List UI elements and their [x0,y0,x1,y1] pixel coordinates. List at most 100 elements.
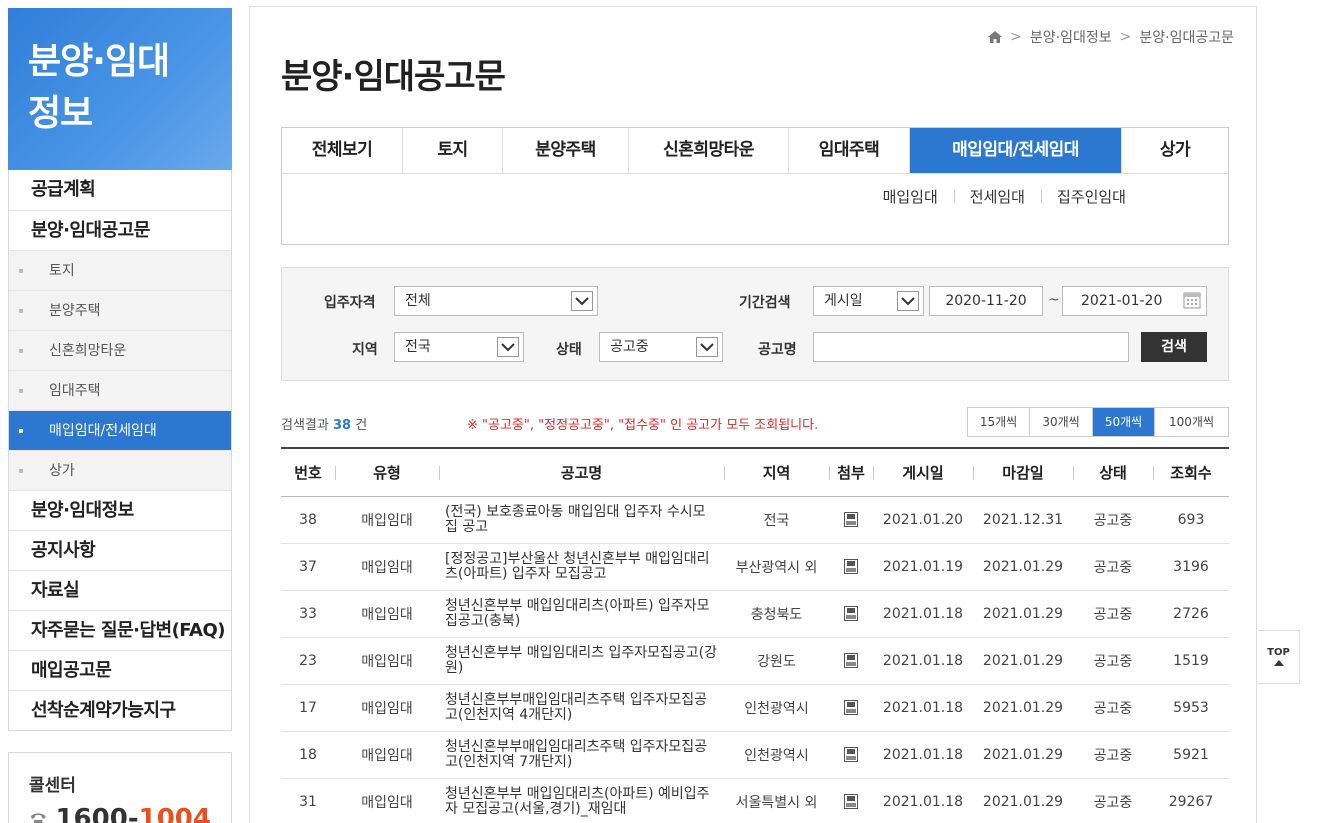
date-from-input[interactable]: 2020-11-20 [929,286,1043,316]
cell-status: 공고중 [1073,590,1153,638]
tab-newlywed-town[interactable]: 신혼희망타운 [629,128,789,173]
breadcrumb-item[interactable]: 분양·임대정보 [1030,27,1112,47]
cell-region: 충청북도 [724,590,829,638]
announcement-title-link[interactable]: [정정공고]부산울산 청년신혼부부 매입임대리츠(아파트) 입주자 모집공고 [445,551,710,582]
table-row[interactable]: 33 매입임대 청년신혼부부 매입임대리츠(아파트) 입주자모집공고(충북) 충청북도… [281,590,1229,638]
qualification-select[interactable]: 전체 [394,286,598,316]
chevron-down-icon [897,291,919,311]
table-row[interactable]: 18 매입임대 청년신혼부부매입임대리츠주택 입주자모집공고(인천지역 7개단지) 인… [281,731,1229,779]
sidebar-menu: 공급계획 분양·임대공고문 토지 분양주택 신혼희망타운 임대주택 매입임대/전… [8,170,232,731]
document-icon[interactable] [844,653,858,668]
announcement-title-link[interactable]: 청년신혼부부 매입임대리츠(아파트) 입주자모집공고(충북) [445,598,710,629]
sidebar-item-first-come[interactable]: 선착순계약가능지구 [9,690,231,730]
column-header-status: 상태 [1073,448,1153,496]
region-label: 지역 [352,342,378,358]
table-row[interactable]: 17 매입임대 청년신혼부부매입임대리츠주택 입주자모집공고(인천지역 4개단지) 인… [281,684,1229,732]
cell-status: 공고중 [1073,637,1153,685]
search-panel: 입주자격 전체 기간검색 게시일 2020-11-20 ~ 2021-01-20… [281,267,1229,381]
announcement-title-link[interactable]: 청년신혼부부매입임대리츠주택 입주자모집공고(인천지역 4개단지) [445,692,707,723]
document-icon[interactable] [844,794,858,809]
result-notice: ※ "공고중", "정정공고중", "접수중" 인 공고가 모두 조회됩니다. [467,418,819,433]
sidebar-submenu: 토지 분양주택 신혼희망타운 임대주택 매입임대/전세임대 상가 [9,250,231,490]
column-header-type: 유형 [335,448,439,496]
sidebar-sub-item-commercial[interactable]: 상가 [9,450,231,490]
cell-type: 매입임대 [335,731,439,779]
cell-posted: 2021.01.18 [873,684,973,732]
cell-title: 청년신혼부부 매입임대리츠(아파트) 입주자모집공고(충북) [439,590,724,638]
subtab-landlord-rental[interactable]: 집주인임대 [1040,186,1142,207]
tab-purchase-rental[interactable]: 매입임대/전세임대 [910,128,1122,173]
announcement-title-link[interactable]: 청년신혼부부 매입임대리츠 입주자모집공고(강원) [445,645,717,676]
status-select[interactable]: 공고중 [599,332,723,362]
calendar-icon[interactable] [1182,290,1202,310]
breadcrumb-item[interactable]: 분양·임대공고문 [1139,27,1234,47]
per-page-15[interactable]: 15개씩 [968,408,1029,436]
period-value: 게시일 [824,293,863,309]
sidebar-item-supply-plan[interactable]: 공급계획 [9,170,231,210]
cell-type: 매입임대 [335,590,439,638]
sidebar-sub-item-land[interactable]: 토지 [9,250,231,290]
column-header-attach: 첨부 [829,448,873,496]
tab-rental-housing[interactable]: 임대주택 [789,128,910,173]
table-header-row: 번호 유형 공고명 지역 첨부 게시일 마감일 상태 조회수 [281,448,1229,496]
announcement-title-link[interactable]: (전국) 보호종료아동 매입임대 입주자 수시모집 공고 [445,504,706,535]
cell-type: 매입임대 [335,684,439,732]
per-page-30[interactable]: 30개씩 [1029,408,1092,436]
cell-title: 청년신혼부부매입임대리츠주택 입주자모집공고(인천지역 4개단지) [439,684,724,732]
sidebar-sub-item-purchase-rental[interactable]: 매입임대/전세임대 [9,410,231,450]
cell-posted: 2021.01.18 [873,731,973,779]
search-button[interactable]: 검색 [1141,332,1207,362]
tab-commercial[interactable]: 상가 [1122,128,1228,173]
sidebar-item-purchase-notices[interactable]: 매입공고문 [9,650,231,690]
cell-attach [829,684,873,732]
tab-land[interactable]: 토지 [403,128,503,173]
callcenter-label: 콜센터 [29,776,76,796]
tab-sale-housing[interactable]: 분양주택 [503,128,629,173]
table-row[interactable]: 31 매입임대 청년신혼부부 매입임대리츠(아파트) 예비입주자 모집공고(서울,경… [281,778,1229,823]
sidebar-item-announcements[interactable]: 분양·임대공고문 [9,210,231,250]
subtab-jeonse-rental[interactable]: 전세임대 [953,186,1041,207]
period-select[interactable]: 게시일 [813,286,924,316]
qualification-value: 전체 [405,293,431,309]
cell-deadline: 2021.01.29 [973,778,1073,823]
category-tabs: 전체보기 토지 분양주택 신혼희망타운 임대주택 매입임대/전세임대 상가 매입… [281,127,1229,245]
sidebar-sub-item-sale-housing[interactable]: 분양주택 [9,290,231,330]
announcement-title-link[interactable]: 청년신혼부부매입임대리츠주택 입주자모집공고(인천지역 7개단지) [445,739,707,770]
cell-no: 23 [281,637,335,685]
cell-views: 1519 [1153,637,1229,685]
region-select[interactable]: 전국 [394,332,524,362]
cell-title: [정정공고]부산울산 청년신혼부부 매입임대리츠(아파트) 입주자 모집공고 [439,543,724,591]
callcenter-number-highlight: 1004 [138,804,211,823]
table-row[interactable]: 38 매입임대 (전국) 보호종료아동 매입임대 입주자 수시모집 공고 전국 2021… [281,496,1229,544]
per-page-selector: 15개씩 30개씩 50개씩 100개씩 [967,407,1229,437]
cell-attach [829,731,873,779]
sub-tabs: 매입임대 전세임대 집주인임대 [867,186,1142,207]
main-panel: > 분양·임대정보 > 분양·임대공고문 분양·임대공고문 전체보기 토지 분양… [249,6,1257,823]
cell-type: 매입임대 [335,637,439,685]
table-header: 번호 유형 공고명 지역 첨부 게시일 마감일 상태 조회수 [281,448,1229,496]
document-icon[interactable] [844,700,858,715]
sidebar-sub-item-rental-housing[interactable]: 임대주택 [9,370,231,410]
table-row[interactable]: 23 매입임대 청년신혼부부 매입임대리츠 입주자모집공고(강원) 강원도 2021.0… [281,637,1229,685]
home-icon[interactable] [988,31,1003,43]
announcement-name-input[interactable] [813,332,1129,362]
per-page-50[interactable]: 50개씩 [1092,408,1154,436]
announcement-title-link[interactable]: 청년신혼부부 매입임대리츠(아파트) 예비입주자 모집공고(서울,경기)_재임대 [445,786,710,817]
sidebar-item-notices[interactable]: 공지사항 [9,530,231,570]
subtab-purchase-rental[interactable]: 매입임대 [867,186,954,207]
document-icon[interactable] [844,559,858,574]
document-icon[interactable] [844,747,858,762]
sidebar-item-info[interactable]: 분양·임대정보 [9,490,231,530]
cell-status: 공고중 [1073,543,1153,591]
document-icon[interactable] [844,606,858,621]
sidebar-sub-item-newlywed-town[interactable]: 신혼희망타운 [9,330,231,370]
table-row[interactable]: 37 매입임대 [정정공고]부산울산 청년신혼부부 매입임대리츠(아파트) 입주자 … [281,543,1229,591]
tab-all[interactable]: 전체보기 [282,128,403,173]
document-icon[interactable] [844,512,858,527]
sidebar-item-faq[interactable]: 자주묻는 질문·답변(FAQ) [9,610,231,650]
sidebar-item-archive[interactable]: 자료실 [9,570,231,610]
per-page-100[interactable]: 100개씩 [1154,408,1228,436]
cell-views: 5953 [1153,684,1229,732]
cell-deadline: 2021.01.29 [973,637,1073,685]
scroll-top-button[interactable]: TOP [1258,630,1300,684]
